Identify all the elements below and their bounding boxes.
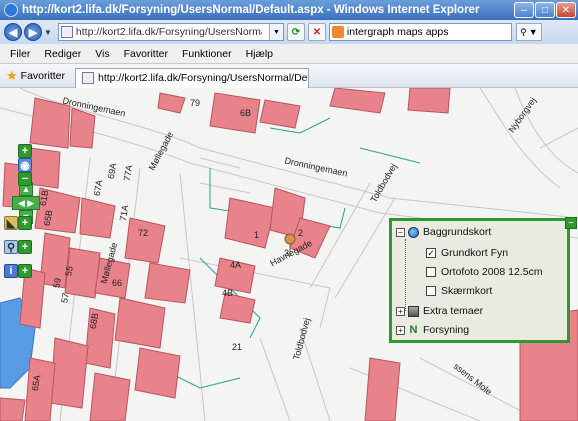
house-number: 1 [254, 230, 260, 240]
layer-label: Ortofoto 2008 12.5cm [441, 266, 543, 278]
layer-group-baggrundskort[interactable]: − Baggrundskort [396, 226, 491, 238]
house-number: 3 [284, 248, 290, 258]
measure-icon[interactable]: ◣ [4, 216, 18, 230]
house-number: 6B [240, 108, 252, 118]
search-field[interactable] [328, 23, 512, 41]
house-number: 72 [138, 228, 149, 238]
info-icon[interactable]: i [4, 264, 18, 278]
forsyning-icon: N [409, 323, 418, 336]
maximize-button[interactable]: □ [535, 2, 555, 18]
house-number: 2 [298, 228, 304, 238]
menu-help[interactable]: Hjælp [246, 48, 273, 60]
refresh-button[interactable]: ⟳ [286, 23, 305, 41]
favorites-button[interactable]: ★ Favoritter [6, 68, 65, 84]
forward-button[interactable]: ▶ [24, 23, 42, 41]
layer-group-label: Forsyning [423, 324, 470, 336]
minimize-button[interactable]: – [514, 2, 534, 18]
address-url[interactable]: http://kort2.lifa.dk/Forsyning/UsersNorm… [76, 26, 262, 38]
ie-icon [4, 3, 18, 17]
close-button[interactable]: ✕ [556, 2, 576, 18]
expand-icon[interactable]: + [396, 325, 405, 335]
house-number: 59 [51, 277, 63, 289]
browser-tab[interactable]: http://kort2.lifa.dk/Forsyning/UsersNorm… [75, 67, 309, 88]
pan-left-right-button[interactable]: ◀ ▶ [12, 196, 40, 210]
layer-checkbox[interactable]: ✓ [426, 248, 436, 258]
address-dropdown-icon[interactable]: ▼ [268, 24, 283, 40]
favorites-label: Favoritter [20, 69, 65, 82]
collapse-panel-button[interactable]: − [565, 217, 577, 229]
expand-icon[interactable]: + [396, 306, 405, 316]
search-provider-icon [331, 26, 344, 38]
page-icon [82, 72, 94, 84]
layer-group-label: Extra temaer [423, 305, 484, 317]
theme-icon [408, 305, 419, 317]
menu-file[interactable]: Filer [10, 48, 30, 60]
zoom-out-button[interactable]: − [18, 172, 32, 186]
collapse-icon[interactable]: − [396, 227, 405, 237]
house-number: 4A [230, 260, 242, 270]
layer-item-ortofoto[interactable]: Ortofoto 2008 12.5cm [426, 266, 543, 278]
house-number: 21 [232, 342, 243, 352]
house-number: 57 [59, 292, 71, 304]
globe-zoom-icon[interactable]: ◉ [18, 158, 32, 172]
search-icon: ⚲ [520, 26, 527, 37]
menu-view[interactable]: Vis [95, 48, 109, 60]
globe-icon [408, 226, 419, 238]
layer-label: Skærmkort [441, 285, 493, 297]
address-toolbar: ◀ ▶ ▼ http://kort2.lifa.dk/Forsyning/Use… [0, 20, 578, 44]
zoom-in-button[interactable]: + [18, 144, 32, 158]
menu-favorites[interactable]: Favoritter [124, 48, 168, 60]
search-dropdown-icon: ▼ [528, 27, 538, 37]
layer-group-extra-temaer[interactable]: + Extra temaer [396, 305, 483, 317]
search-button[interactable]: ⚲ ▼ [515, 23, 542, 41]
favorites-bar: ★ Favoritter http://kort2.lifa.dk/Forsyn… [0, 64, 578, 88]
layer-panel: − − Baggrundskort ✓ Grundkort Fyn Ortofo… [389, 217, 577, 343]
layer-label: Grundkort Fyn [441, 247, 509, 259]
layer-group-forsyning[interactable]: + N Forsyning [396, 324, 469, 336]
history-dropdown-icon[interactable]: ▼ [44, 28, 52, 37]
address-field[interactable]: http://kort2.lifa.dk/Forsyning/UsersNorm… [57, 23, 284, 41]
window-titlebar: http://kort2.lifa.dk/Forsyning/UsersNorm… [0, 0, 578, 20]
stop-button[interactable]: ✕ [307, 23, 326, 41]
layer-item-grundkort[interactable]: ✓ Grundkort Fyn [426, 247, 508, 259]
menu-tools[interactable]: Funktioner [182, 48, 232, 60]
page-icon [60, 26, 73, 38]
window-title: http://kort2.lifa.dk/Forsyning/UsersNorm… [22, 4, 480, 16]
measure-add-button[interactable]: + [18, 216, 32, 230]
layer-item-skaermkort[interactable]: Skærmkort [426, 285, 492, 297]
star-icon: ★ [6, 67, 18, 83]
layer-group-label: Baggrundskort [423, 226, 492, 238]
menu-edit[interactable]: Rediger [44, 48, 81, 60]
house-number: 66 [112, 278, 123, 288]
house-number: 4B [222, 288, 234, 298]
search-add-button[interactable]: + [18, 240, 32, 254]
search-input[interactable] [346, 26, 507, 38]
window-controls: – □ ✕ [514, 2, 576, 18]
layer-checkbox[interactable] [426, 267, 436, 277]
back-button[interactable]: ◀ [4, 23, 22, 41]
house-number: 79 [190, 98, 201, 108]
tree-connector [405, 239, 406, 311]
house-number: 55 [63, 265, 75, 277]
layer-checkbox[interactable] [426, 286, 436, 296]
magnify-icon[interactable]: ⚲ [4, 240, 18, 254]
tab-title: http://kort2.lifa.dk/Forsyning/UsersNorm… [98, 72, 308, 84]
menu-bar: Filer Rediger Vis Favoritter Funktioner … [0, 44, 578, 64]
info-add-button[interactable]: + [18, 264, 32, 278]
map-canvas[interactable]: Dronningemaen Dronningemaen Møllegade Mø… [0, 88, 578, 421]
